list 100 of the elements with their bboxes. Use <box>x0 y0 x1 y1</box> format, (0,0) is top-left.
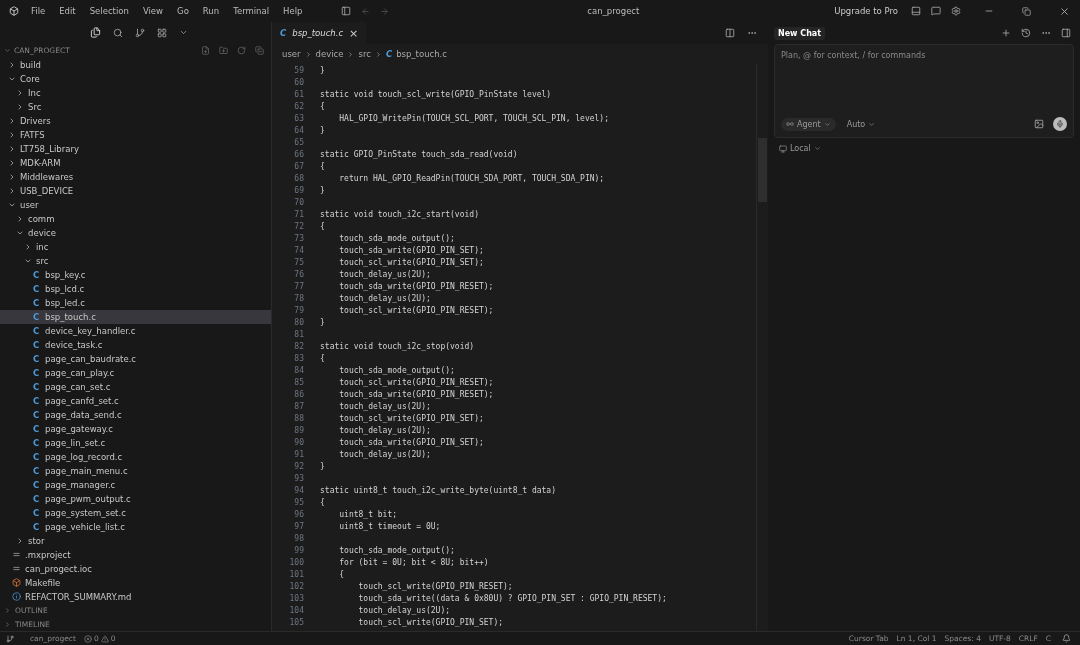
code-line: for (bit = 0U; bit < 8U; bit++) <box>338 557 489 569</box>
breadcrumb-item[interactable]: user <box>282 49 301 59</box>
editor-tab[interactable]: C bsp_touch.c × <box>272 22 367 44</box>
breadcrumb-item[interactable]: device <box>315 49 344 59</box>
source-tree-item[interactable]: C page_pwm_output.c <box>0 491 271 506</box>
menu-item[interactable]: Terminal <box>228 6 275 16</box>
upgrade-link[interactable]: Upgrade to Pro <box>834 6 898 16</box>
source-tree-item[interactable]: C page_can_set.c <box>0 379 271 394</box>
bell-icon[interactable] <box>1062 634 1071 643</box>
code-line: touch_sda_write(GPIO_PIN_SET); <box>338 437 484 449</box>
source-tree-item[interactable]: C page_vehicle_list.c <box>0 519 271 534</box>
c-file-icon: C <box>33 423 41 434</box>
folder-tree-item[interactable]: Core <box>0 71 271 86</box>
source-tree-item[interactable]: C page_log_record.c <box>0 449 271 464</box>
restore-icon[interactable] <box>1022 6 1031 16</box>
model-dropdown[interactable]: Auto <box>841 117 881 131</box>
menu-item[interactable]: View <box>137 6 169 16</box>
panel-icon[interactable] <box>1061 28 1071 38</box>
folder-tree-item[interactable]: comm <box>0 211 271 226</box>
source-tree-item[interactable]: C page_data_send.c <box>0 407 271 422</box>
folder-tree-item[interactable]: Middlewares <box>0 169 271 184</box>
search-icon[interactable] <box>112 27 123 38</box>
source-tree-item[interactable]: C page_canfd_set.c <box>0 393 271 408</box>
source-tree-item[interactable]: C page_main_menu.c <box>0 463 271 478</box>
location-dropdown[interactable]: Local <box>774 142 826 155</box>
source-tree-item[interactable]: C page_can_baudrate.c <box>0 351 271 366</box>
source-tree-item[interactable]: C bsp_key.c <box>0 267 271 282</box>
folder-tree-item[interactable]: user <box>0 197 271 212</box>
chevron-down-icon <box>813 145 821 152</box>
files-icon[interactable] <box>89 27 101 39</box>
line-number: 83 <box>293 353 304 365</box>
source-tree-item[interactable]: C page_lin_set.c <box>0 435 271 450</box>
c-file-icon: C <box>33 325 41 336</box>
c-file-icon: C <box>33 381 41 392</box>
agent-dropdown[interactable]: Agent <box>781 117 836 131</box>
folder-tree-item[interactable]: Src <box>0 99 271 114</box>
new-file-icon[interactable] <box>201 45 210 55</box>
folder-tree-item[interactable]: USB_DEVICE <box>0 183 271 198</box>
menu-item[interactable]: Help <box>278 6 308 16</box>
image-icon[interactable] <box>1034 119 1044 129</box>
folder-tree-item[interactable]: device <box>0 225 271 240</box>
source-tree-item[interactable]: C bsp_lcd.c <box>0 281 271 296</box>
source-tree-item[interactable]: C page_manager.c <box>0 477 271 492</box>
folder-tree-item[interactable]: stor <box>0 533 271 548</box>
extensions-icon[interactable] <box>156 27 167 38</box>
source-tree-item[interactable]: C device_key_handler.c <box>0 323 271 338</box>
folder-tree-item[interactable]: Drivers <box>0 113 271 128</box>
code-line: HAL_GPIO_WritePin(TOUCH_SCL_PORT, TOUCH_SCL_PIN, level); <box>338 113 609 125</box>
line-number: 71 <box>293 209 304 221</box>
split-icon[interactable] <box>725 28 735 38</box>
menu-item[interactable]: Go <box>172 6 194 16</box>
source-tree-item[interactable]: can_progect.ioc <box>0 561 271 576</box>
source-tree-item[interactable]: Makefile <box>0 575 271 590</box>
menu-item[interactable]: Run <box>197 6 225 16</box>
code-line: touch_scl_write(GPIO_PIN_RESET); <box>338 305 494 317</box>
menu-item[interactable]: File <box>26 6 51 16</box>
sidebar-toggle-icon[interactable] <box>341 6 352 16</box>
c-file-icon: C <box>33 395 41 406</box>
chat-icon[interactable] <box>931 6 941 16</box>
breadcrumb-item[interactable]: bsp_touch.c <box>396 49 447 59</box>
code-line: touch_delay_us(2U); <box>357 605 451 617</box>
settings-icon[interactable] <box>951 6 961 16</box>
chevron-right-icon <box>16 536 24 545</box>
chevron-right-icon <box>24 242 32 251</box>
new-folder-icon[interactable] <box>219 45 228 55</box>
source-tree-item[interactable]: C device_task.c <box>0 337 271 352</box>
breadcrumb-item[interactable]: src <box>358 49 371 59</box>
chat-input[interactable]: Plan, @ for context, / for commands Agent Auto <box>774 44 1074 138</box>
folder-tree-item[interactable]: src <box>0 253 271 268</box>
c-file-icon: C <box>33 451 41 462</box>
close-icon[interactable] <box>1059 5 1070 17</box>
folder-tree-item[interactable]: FATFS <box>0 127 271 142</box>
source-tree-item[interactable]: C bsp_led.c <box>0 295 271 310</box>
panel-icon[interactable] <box>911 6 921 16</box>
source-tree-item[interactable]: .mxproject <box>0 547 271 562</box>
code-line: touch_scl_write(GPIO_PIN_RESET); <box>338 377 494 389</box>
menu-item[interactable]: Edit <box>54 6 81 16</box>
code-line: touch_sda_write((data & 0x80U) ? GPIO_PIN_SET : GPIO_PIN_RESET); <box>357 593 667 605</box>
code-line: } <box>320 65 325 77</box>
plus-icon[interactable] <box>1001 28 1011 38</box>
folder-tree-item[interactable]: inc <box>0 239 271 254</box>
code-line: touch_scl_write(GPIO_PIN_SET); <box>338 257 484 269</box>
close-icon[interactable]: × <box>349 26 359 40</box>
mic-button[interactable] <box>1053 117 1067 131</box>
folder-tree-item[interactable]: Inc <box>0 85 271 100</box>
chat-tab[interactable]: New Chat <box>774 26 826 40</box>
branch-icon[interactable] <box>134 27 145 38</box>
source-tree-item[interactable]: C page_gateway.c <box>0 421 271 436</box>
folder-tree-item[interactable]: build <box>0 57 271 72</box>
code-line: static GPIO_PinState touch_sda_read(void) <box>320 149 518 161</box>
source-tree-item[interactable]: C page_can_play.c <box>0 365 271 380</box>
folder-tree-item[interactable]: MDK-ARM <box>0 155 271 170</box>
history-icon[interactable] <box>1021 28 1031 38</box>
folder-tree-item[interactable]: LT758_Library <box>0 141 271 156</box>
source-tree-item[interactable]: REFACTOR_SUMMARY.md <box>0 589 271 604</box>
menu-item[interactable]: Selection <box>84 6 134 16</box>
source-tree-item[interactable]: C bsp_touch.c <box>0 309 271 324</box>
line-number: 60 <box>293 77 304 89</box>
source-tree-item[interactable]: C page_system_set.c <box>0 505 271 520</box>
line-number: 66 <box>293 149 304 161</box>
